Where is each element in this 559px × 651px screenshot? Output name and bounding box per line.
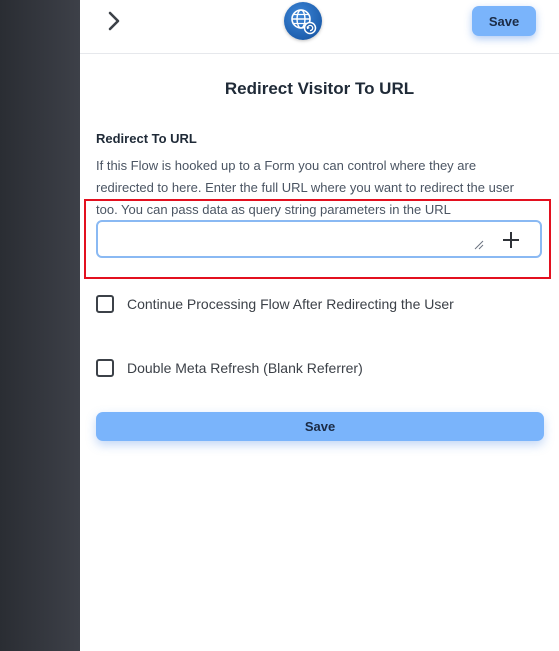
panel-header: Save — [80, 0, 559, 54]
resize-handle-icon[interactable] — [474, 240, 484, 250]
redirect-help-text: If this Flow is hooked up to a Form you … — [96, 158, 514, 217]
double-meta-refresh-label: Double Meta Refresh (Blank Referrer) — [127, 360, 363, 376]
double-meta-refresh-checkbox[interactable] — [96, 359, 114, 377]
globe-redirect-icon — [284, 2, 322, 40]
redirect-url-label: Redirect To URL — [96, 131, 197, 146]
backdrop-overlay — [0, 0, 80, 651]
save-button-top[interactable]: Save — [472, 6, 536, 36]
redirect-url-field — [96, 220, 542, 258]
save-button-bottom[interactable]: Save — [96, 412, 544, 441]
redirect-settings-panel: Save Redirect Visitor To URL Redirect To… — [80, 0, 559, 651]
option-double-meta-refresh: Double Meta Refresh (Blank Referrer) — [96, 359, 363, 377]
plus-icon[interactable] — [502, 231, 520, 249]
continue-processing-label: Continue Processing Flow After Redirecti… — [127, 296, 454, 312]
redirect-url-input[interactable] — [106, 226, 480, 256]
chevron-right-icon[interactable] — [102, 9, 126, 33]
panel-title: Redirect Visitor To URL — [224, 79, 415, 98]
continue-processing-checkbox[interactable] — [96, 295, 114, 313]
option-continue-processing: Continue Processing Flow After Redirecti… — [96, 295, 454, 313]
